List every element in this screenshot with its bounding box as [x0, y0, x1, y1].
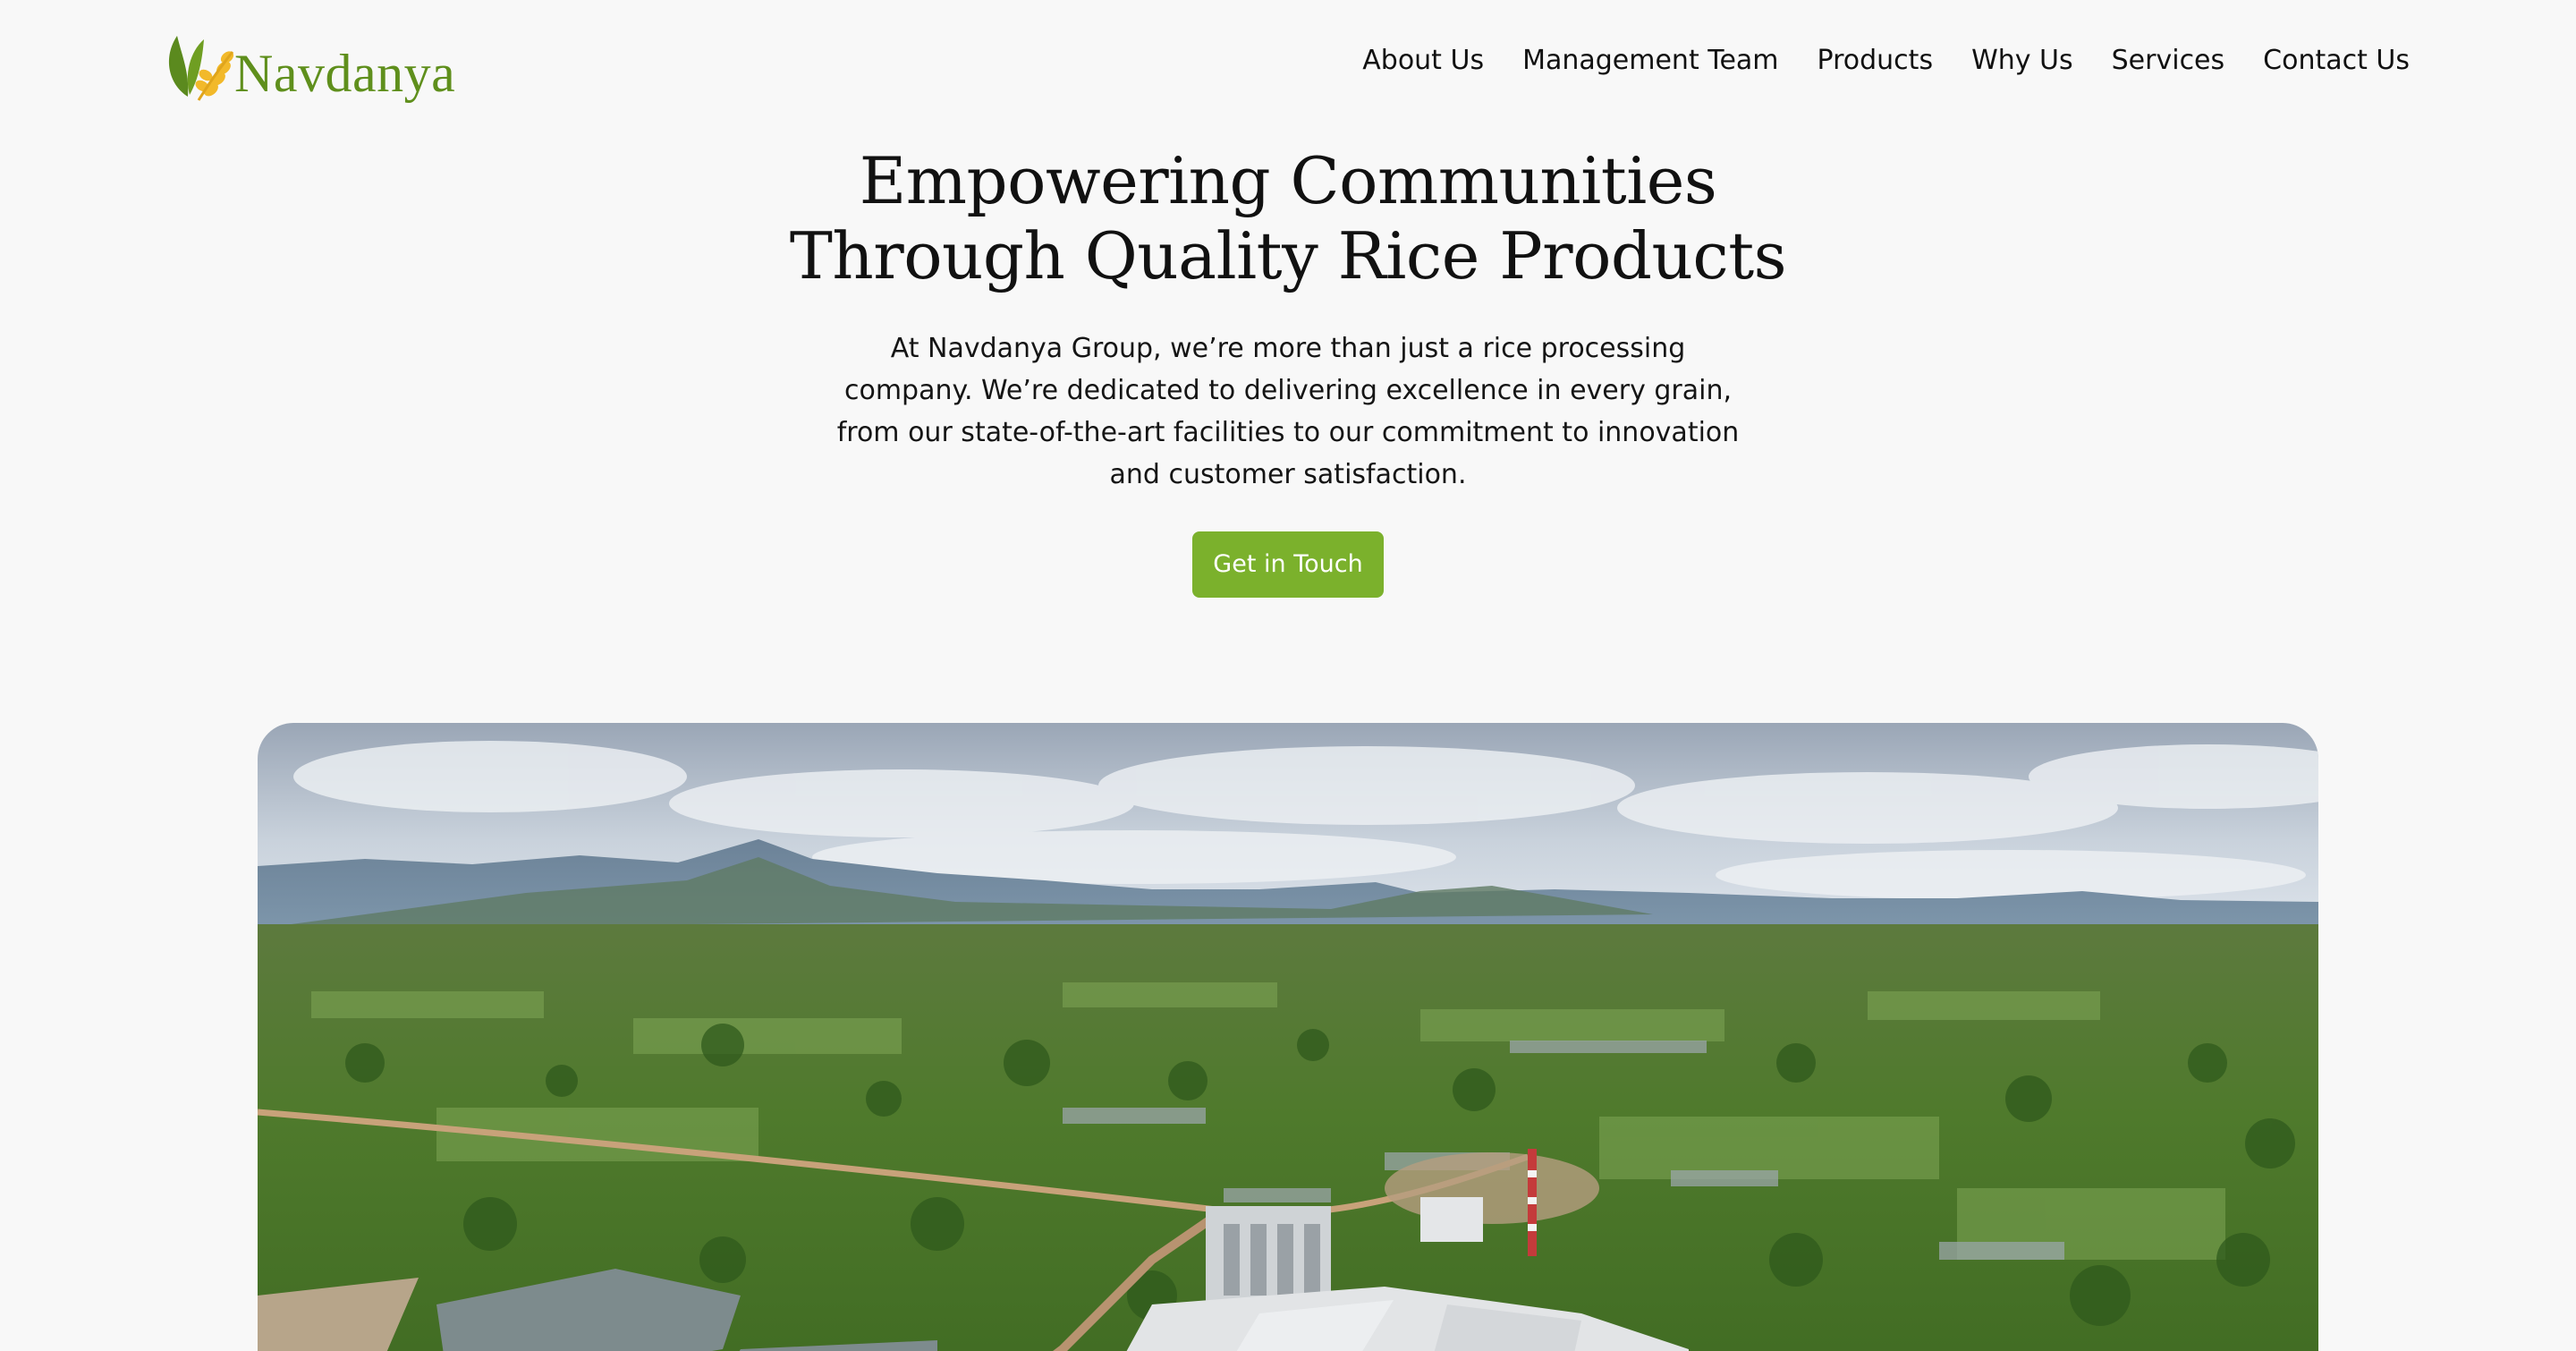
- hero-description: At Navdanya Group, we’re more than just …: [836, 333, 1740, 490]
- wheat-leaf-icon: [168, 36, 234, 101]
- nav-management-team[interactable]: Management Team: [1522, 39, 1778, 82]
- main-nav: About Us Management Team Products Why Us…: [1362, 39, 2410, 82]
- aerial-landscape-image: [258, 723, 2318, 1351]
- brand-logo[interactable]: Navdanya: [163, 21, 455, 102]
- brand-name: Navdanya: [234, 44, 456, 103]
- nav-why-us[interactable]: Why Us: [1971, 39, 2073, 82]
- hero-title-line-2: Through Quality Rice Products: [789, 218, 1787, 293]
- nav-contact-us[interactable]: Contact Us: [2263, 39, 2410, 82]
- site-header: Navdanya About Us Management Team Produc…: [0, 0, 2576, 125]
- nav-services[interactable]: Services: [2112, 39, 2225, 82]
- get-in-touch-button[interactable]: Get in Touch: [1192, 531, 1384, 598]
- nav-about-us[interactable]: About Us: [1362, 39, 1484, 82]
- hero-title: Empowering Communities Through Quality R…: [0, 143, 2576, 293]
- nav-products[interactable]: Products: [1818, 39, 1934, 82]
- hero-title-line-1: Empowering Communities: [859, 143, 1717, 218]
- aerial-photo-illustration: [258, 723, 2318, 1351]
- hero-section: Empowering Communities Through Quality R…: [0, 143, 2576, 598]
